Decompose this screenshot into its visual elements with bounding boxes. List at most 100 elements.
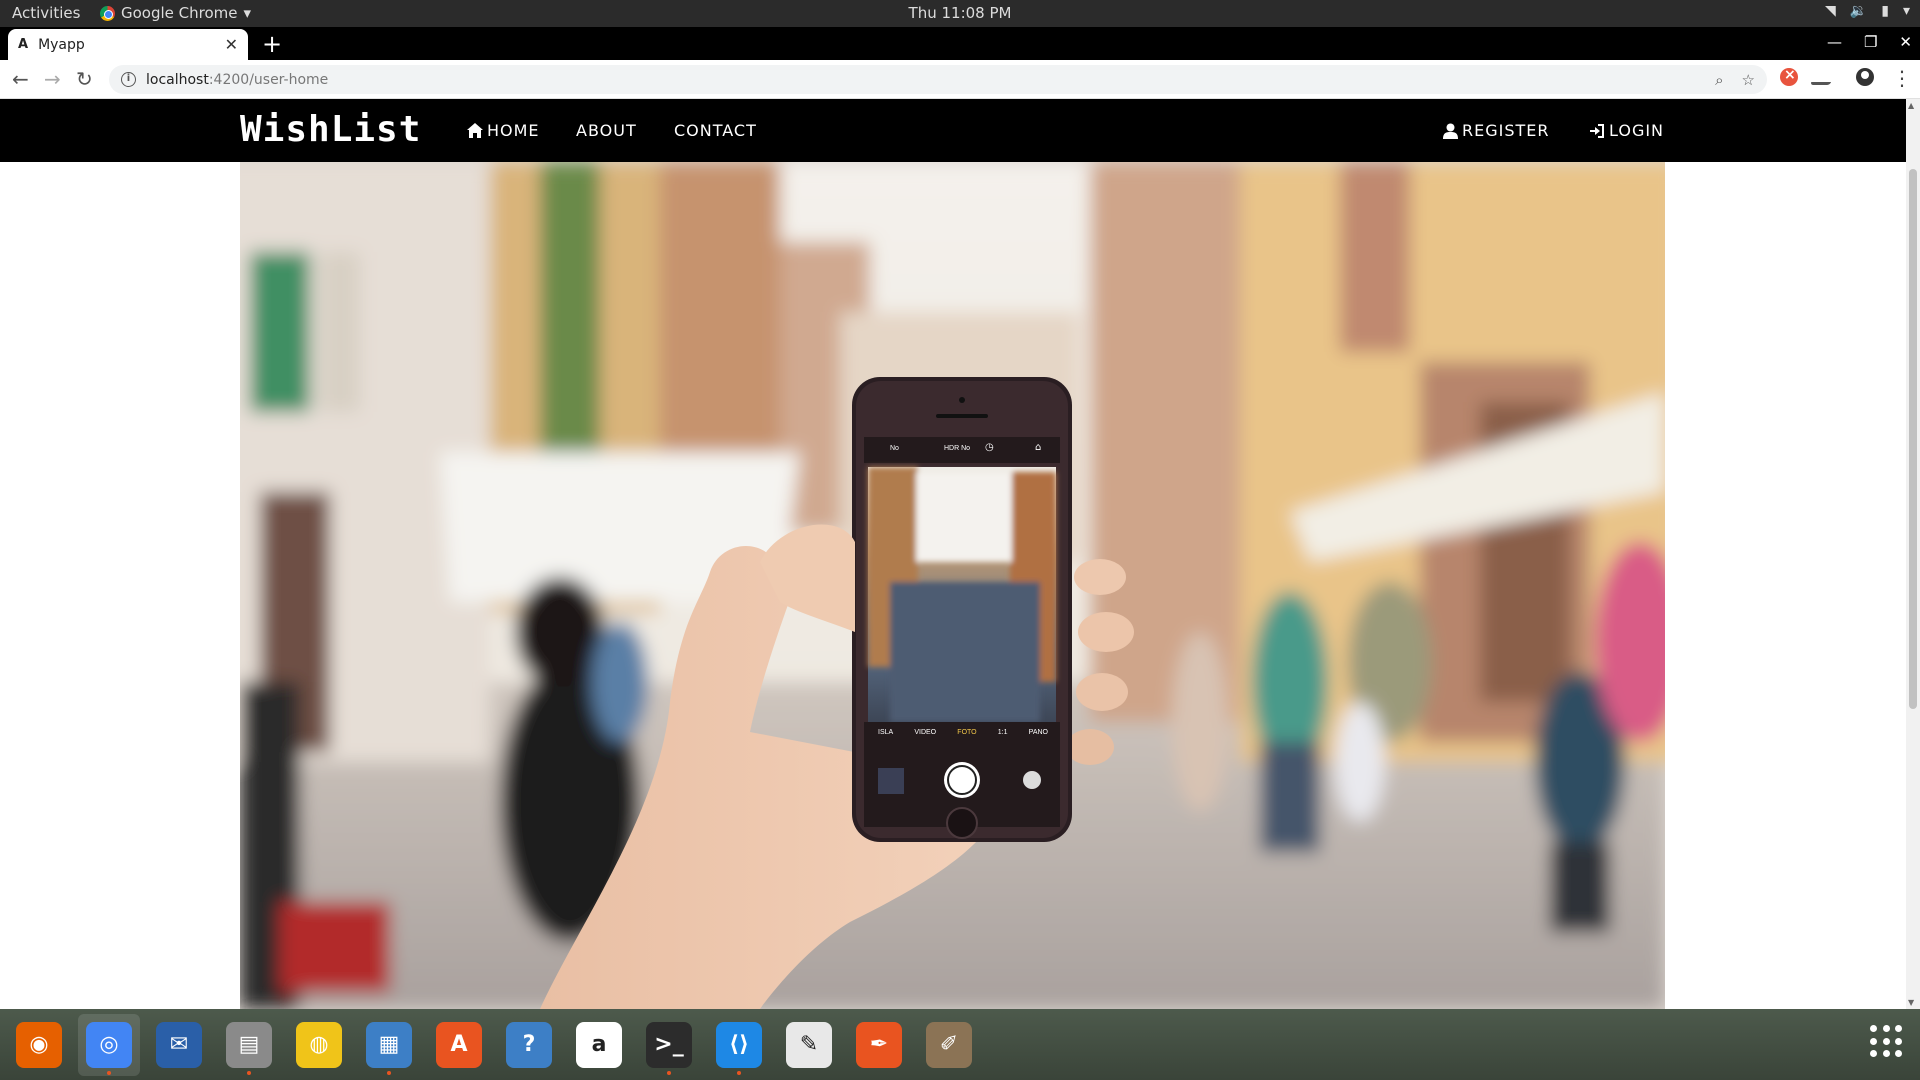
minimize-button[interactable]: — (1827, 33, 1842, 51)
browser-menu-icon[interactable]: ⋮ (1892, 66, 1912, 90)
nav-contact-link[interactable]: CONTACT (674, 121, 757, 140)
dock-item[interactable]: ◎ (78, 1013, 140, 1076)
close-icon[interactable]: ✕ (225, 35, 238, 54)
tab-favicon-icon: A (18, 37, 29, 52)
clock[interactable]: Thu 11:08 PM (0, 4, 1920, 22)
browser-tab[interactable]: A Myapp ✕ (8, 29, 248, 60)
restore-button[interactable]: ❐ (1864, 33, 1877, 51)
tab-title: Myapp (38, 36, 85, 53)
new-tab-button[interactable]: + (262, 30, 282, 58)
dock-item[interactable]: ✐ (918, 1014, 980, 1076)
nav-home-link[interactable]: HOME (467, 121, 540, 140)
image-viewer-icon: ▦ (366, 1021, 412, 1068)
nav-about-link[interactable]: ABOUT (576, 121, 637, 140)
info-icon[interactable]: i (121, 72, 136, 87)
dock-item[interactable]: A (428, 1014, 490, 1076)
web-page: WishList HOME ABOUT CONTACT REGISTER LOG… (0, 99, 1906, 1009)
forward-button[interactable]: → (44, 67, 61, 91)
user-icon (1443, 123, 1458, 139)
browser-tab-strip: A Myapp ✕ + — ❐ ✕ (0, 27, 1920, 60)
amazon-icon: a (576, 1021, 622, 1068)
system-tray[interactable]: ◥ 🔉 ▮ ▾ (1825, 3, 1910, 19)
scroll-up-arrow-icon[interactable]: ▲ (1908, 101, 1914, 110)
help-icon: ? (506, 1021, 552, 1068)
dock-item[interactable]: ? (498, 1014, 560, 1076)
software-center-icon: A (436, 1021, 482, 1068)
window-controls: — ❐ ✕ (1827, 33, 1912, 51)
brand-logo[interactable]: WishList (240, 109, 421, 150)
hero-photo-illustration (240, 162, 1665, 1009)
nav-login-label: LOGIN (1609, 121, 1665, 140)
url-path: :4200/user-home (208, 71, 329, 88)
browser-toolbar: ← → ↻ i localhost :4200/user-home ⌕ ☆ ⋮ (0, 60, 1920, 99)
url-host: localhost (146, 71, 209, 88)
rhythmbox-icon: ◍ (296, 1021, 342, 1068)
dock-item[interactable]: ▦ (358, 1014, 420, 1076)
dock-item[interactable]: ✉ (148, 1014, 210, 1076)
dock-item[interactable]: ✒ (848, 1014, 910, 1076)
app-menu[interactable]: Google Chrome ▾ (100, 4, 251, 22)
hero-image: No HDR No ◷ ⌂ ISLA VIDEO FOTO 1:1 PANO (240, 162, 1665, 1009)
phone-mode-strip: ISLA VIDEO FOTO 1:1 PANO (878, 729, 1048, 736)
vscode-icon: ⟨⟩ (716, 1021, 762, 1068)
profile-avatar-icon[interactable] (1856, 68, 1874, 86)
zoom-icon[interactable]: ⌕ (1715, 71, 1723, 89)
terminal-icon: >_ (646, 1021, 692, 1068)
dock-item[interactable]: a (568, 1014, 630, 1076)
dock-item[interactable]: ▤ (218, 1014, 280, 1076)
home-icon (467, 123, 483, 138)
phone-hdr-label: HDR No (944, 445, 971, 452)
show-applications-icon[interactable] (1870, 1025, 1904, 1059)
dock-item[interactable]: ⟨⟩ (708, 1014, 770, 1076)
login-icon (1590, 123, 1604, 138)
activities-button[interactable]: Activities (12, 4, 80, 22)
chrome-small-icon (100, 5, 115, 21)
site-navbar: WishList HOME ABOUT CONTACT REGISTER LOG… (0, 99, 1906, 162)
phone-camera-switch-icon: ⌂ (1035, 442, 1042, 453)
nav-home-label: HOME (487, 121, 540, 140)
nav-about-label: ABOUT (576, 121, 637, 140)
running-indicator (387, 1070, 391, 1075)
address-bar[interactable]: i localhost :4200/user-home ⌕ ☆ (109, 65, 1767, 94)
running-indicator (737, 1070, 741, 1075)
close-window-button[interactable]: ✕ (1899, 33, 1912, 51)
inkscape-icon: ✒ (856, 1021, 902, 1068)
page-scrollbar[interactable]: ▲ ▼ (1906, 99, 1920, 1009)
nav-register-label: REGISTER (1462, 121, 1550, 140)
battery-icon: ▮ (1881, 3, 1889, 19)
app-menu-label: Google Chrome (121, 4, 238, 22)
dock-item[interactable]: >_ (638, 1014, 700, 1076)
scroll-down-arrow-icon[interactable]: ▼ (1908, 998, 1914, 1007)
files-icon: ▤ (226, 1021, 272, 1068)
chevron-down-icon: ▾ (1902, 3, 1910, 19)
running-indicator (667, 1070, 671, 1075)
phone-mode: 1:1 (997, 729, 1008, 736)
nav-register-link[interactable]: REGISTER (1443, 121, 1550, 140)
chrome-icon: ◎ (86, 1021, 132, 1068)
extension-icon[interactable] (1810, 69, 1836, 85)
dock-item[interactable]: ◍ (288, 1014, 350, 1076)
firefox-icon: ◉ (16, 1021, 62, 1068)
nav-contact-label: CONTACT (674, 121, 757, 140)
running-indicator (107, 1070, 111, 1075)
dock-item[interactable]: ✎ (778, 1014, 840, 1076)
thunderbird-icon: ✉ (156, 1021, 202, 1068)
gimp-icon: ✐ (926, 1021, 972, 1068)
volume-icon: 🔉 (1849, 3, 1868, 19)
extension-blocker-icon[interactable] (1780, 67, 1798, 86)
chevron-down-icon: ▾ (243, 4, 252, 22)
system-top-bar: Activities Google Chrome ▾ Thu 11:08 PM … (0, 0, 1920, 27)
phone-timer-icon: ◷ (985, 442, 994, 453)
back-button[interactable]: ← (12, 67, 29, 91)
scrollbar-thumb[interactable] (1909, 169, 1917, 709)
ubuntu-dock: ◉ ◎ ✉ ▤ ◍ ▦ A? a >_ ⟨⟩ ✎ ✒ ✐ (0, 1009, 1920, 1080)
nav-login-link[interactable]: LOGIN (1589, 121, 1664, 140)
phone-mode: VIDEO (914, 729, 937, 736)
phone-mode: ISLA (878, 729, 894, 736)
wifi-icon: ◥ (1825, 3, 1836, 19)
bookmark-star-icon[interactable]: ☆ (1742, 71, 1755, 89)
reload-button[interactable]: ↻ (76, 67, 93, 91)
phone-mode: FOTO (957, 729, 977, 736)
phone-mode: PANO (1028, 729, 1048, 736)
dock-item[interactable]: ◉ (8, 1014, 70, 1076)
